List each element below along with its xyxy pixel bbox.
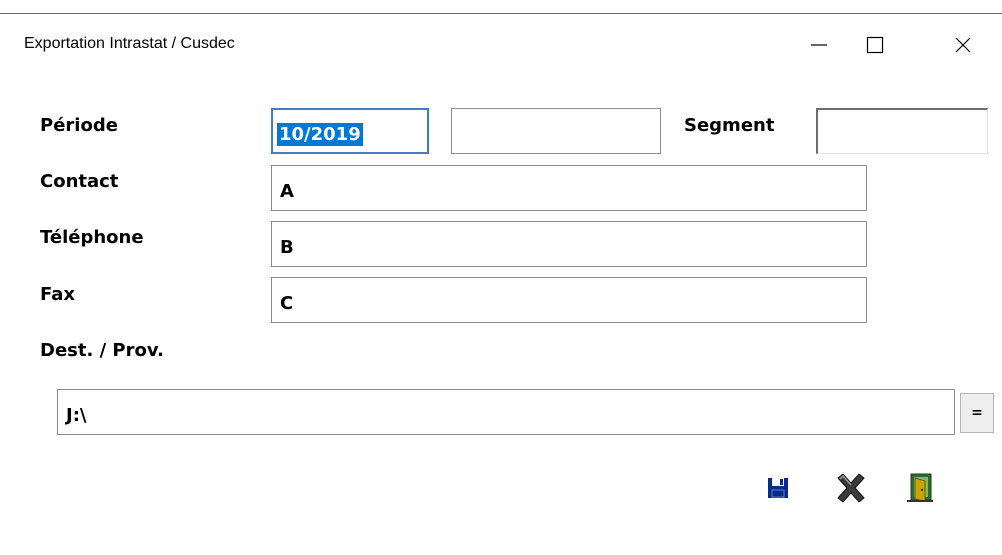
fax-input[interactable]: C: [271, 277, 867, 323]
segment-input[interactable]: [816, 108, 988, 154]
fax-value: C: [280, 292, 294, 314]
periode-value: 10/2019: [277, 122, 363, 146]
save-button[interactable]: [760, 470, 796, 506]
minimize-button[interactable]: [796, 26, 842, 64]
fax-label: Fax: [40, 284, 75, 305]
exit-button[interactable]: [902, 470, 938, 506]
segment-label: Segment: [684, 115, 775, 136]
periode-input[interactable]: 10/2019: [271, 108, 429, 154]
window-top-border: [0, 13, 1002, 14]
close-icon: [955, 37, 971, 53]
maximize-button[interactable]: [852, 26, 898, 64]
minimize-icon: [811, 44, 827, 46]
cancel-button[interactable]: [833, 470, 869, 506]
window-title: Exportation Intrastat / Cusdec: [24, 35, 235, 52]
contact-input[interactable]: A: [271, 165, 867, 211]
dest-prov-label: Dest. / Prov.: [40, 340, 164, 361]
dest-prov-input[interactable]: J:\: [57, 389, 955, 435]
periode-label: Période: [40, 115, 118, 136]
save-icon: [768, 478, 788, 498]
cancel-icon: [837, 473, 865, 503]
close-button[interactable]: [940, 26, 986, 64]
telephone-input[interactable]: B: [271, 221, 867, 267]
periode-extra-input[interactable]: [451, 108, 661, 154]
dest-prov-value: J:\: [66, 404, 87, 426]
exit-door-icon: [907, 473, 933, 502]
contact-label: Contact: [40, 171, 119, 192]
maximize-icon: [866, 36, 884, 54]
telephone-value: B: [280, 236, 294, 258]
browse-button[interactable]: =: [960, 393, 994, 433]
contact-value: A: [280, 180, 294, 202]
telephone-label: Téléphone: [40, 227, 144, 248]
